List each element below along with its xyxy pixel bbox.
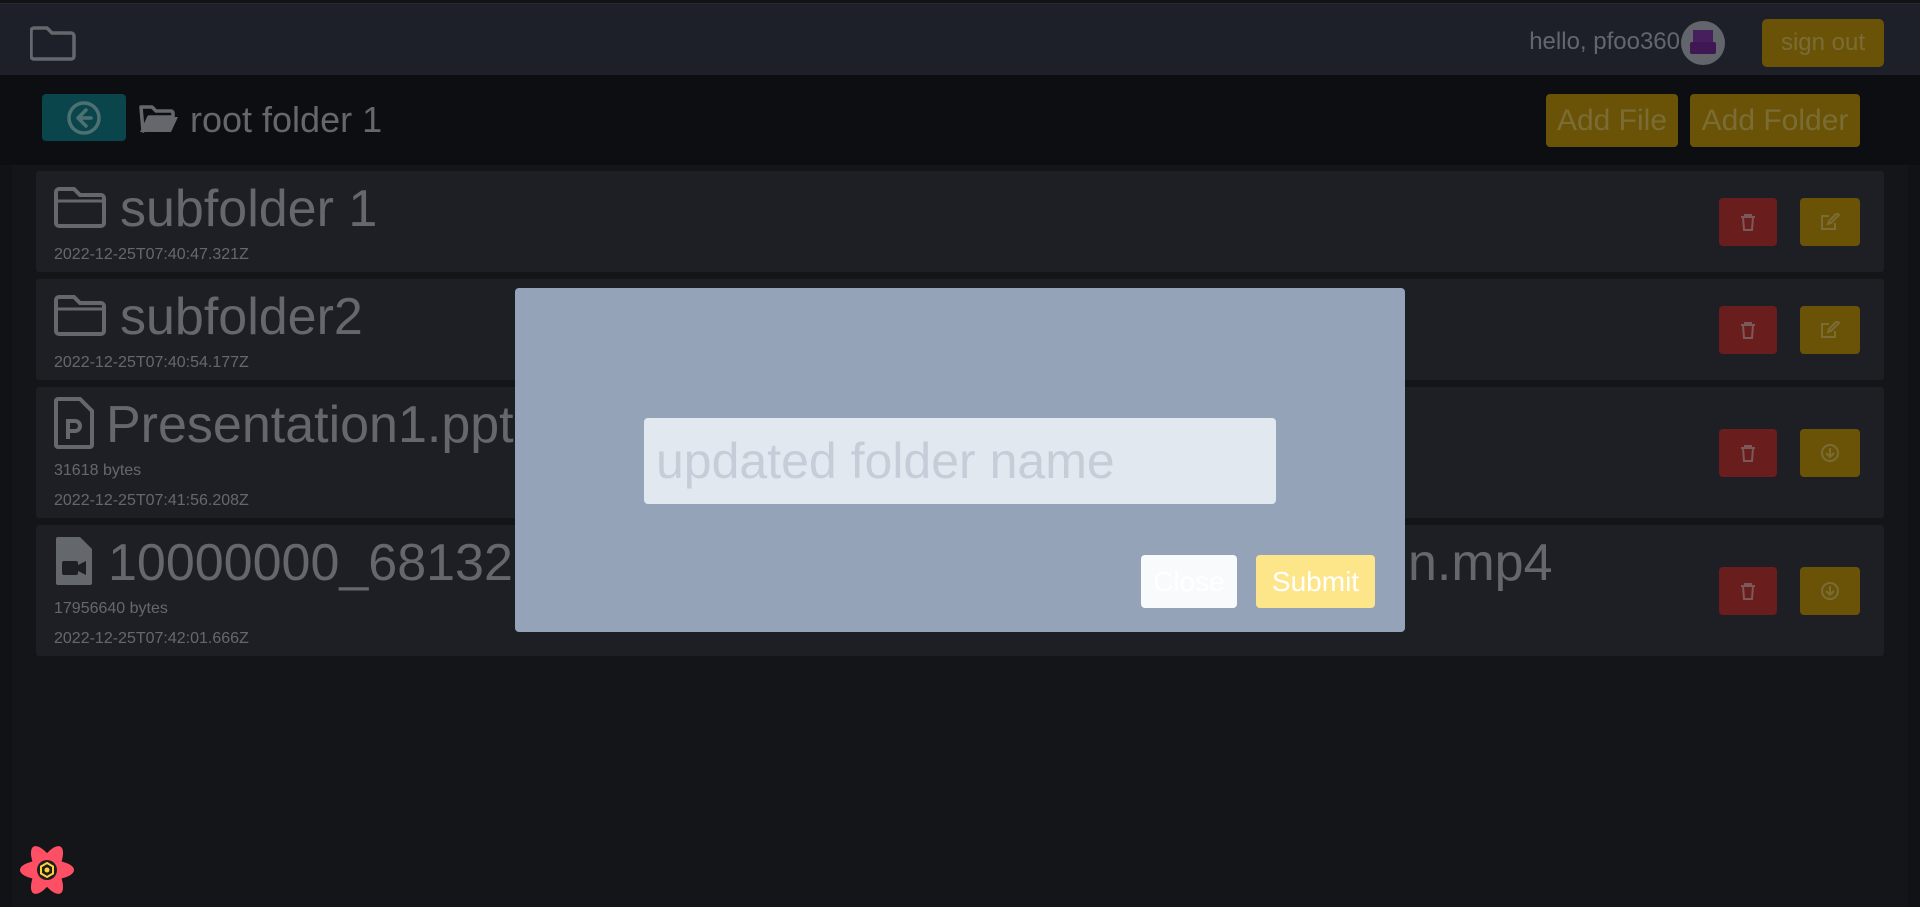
close-button[interactable]: Close — [1141, 555, 1237, 608]
react-devtools-icon[interactable] — [18, 843, 76, 897]
submit-button[interactable]: Submit — [1256, 555, 1375, 608]
rename-folder-modal: Close Submit — [515, 288, 1405, 632]
folder-name-input[interactable] — [644, 418, 1276, 504]
